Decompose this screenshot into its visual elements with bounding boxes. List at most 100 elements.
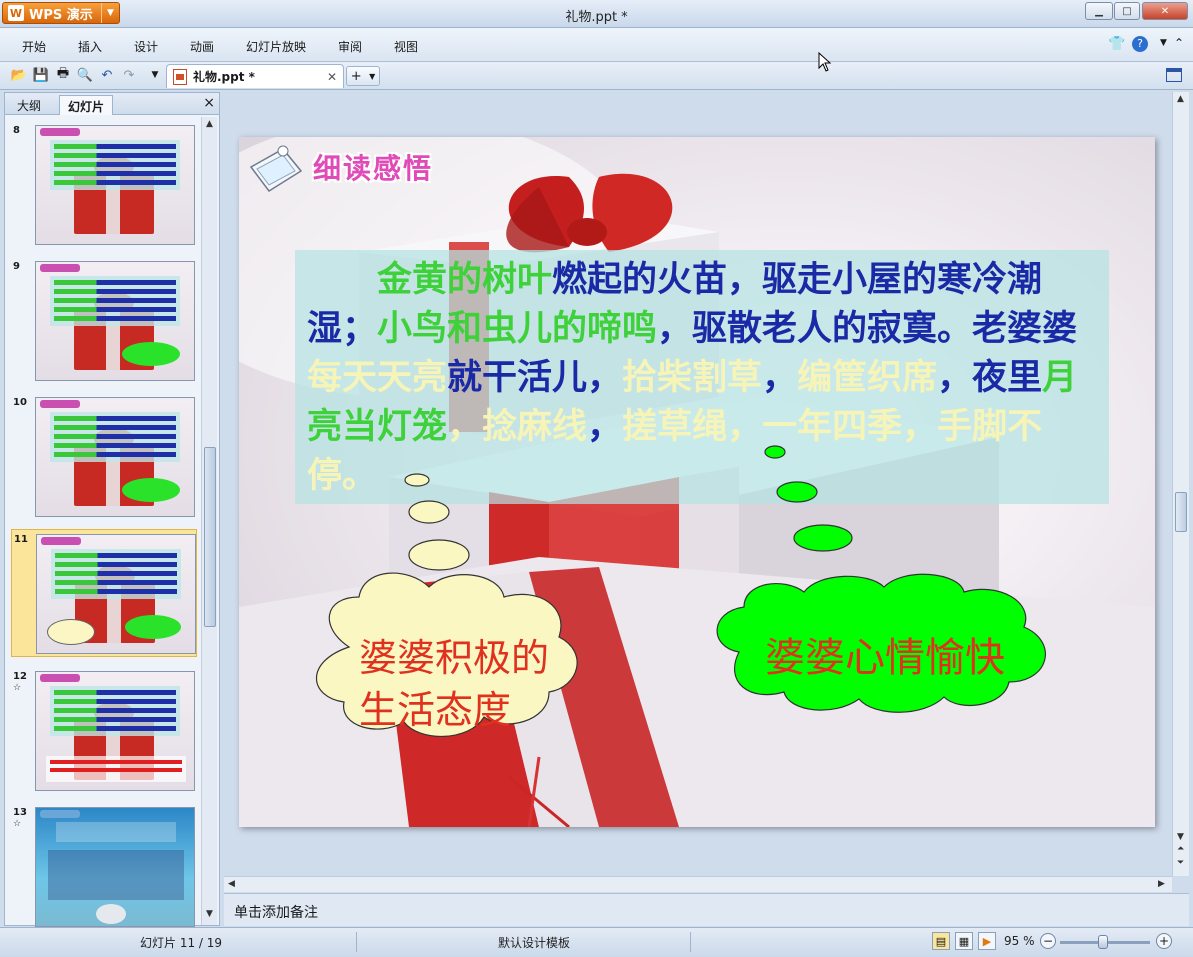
animation-star-icon: ☆ — [13, 683, 22, 693]
slide-preview — [35, 125, 195, 245]
cloud-left-text: 婆婆积极的 生活态度 — [359, 636, 550, 732]
scroll-thumb[interactable] — [1175, 492, 1187, 532]
text-span: 编筐织席 — [797, 358, 938, 398]
slide-preview — [35, 261, 195, 381]
open-folder-icon[interactable]: 📂 — [10, 66, 28, 84]
zoom-level: 95 % — [1004, 934, 1035, 948]
title-bar: W WPS 演示 ▼ 礼物.ppt * ▁ □ ✕ — [0, 0, 1193, 28]
scroll-up-icon[interactable]: ▲ — [1177, 94, 1184, 104]
text-span: ，夜里 — [937, 358, 1043, 398]
slides-panel: 大纲 幻灯片 × 8 9 10 11 12 ☆ 13 ☆ ▲ ▼ — [4, 92, 220, 927]
window-title: 礼物.ppt * — [565, 10, 628, 25]
text-span: ，驱散老人的寂寞。老婆婆 — [657, 309, 1078, 349]
slide-number: 11 — [14, 534, 28, 545]
slide-thumbnail-selected[interactable]: 11 — [11, 529, 197, 657]
slide-number: 10 — [13, 397, 27, 408]
vertical-scrollbar[interactable]: ▲ ▼ ⏶ ⏷ — [1172, 92, 1189, 876]
ppt-file-icon — [173, 68, 187, 85]
slide-number: 9 — [13, 261, 20, 272]
slide-header[interactable]: 细读感悟 — [313, 147, 433, 187]
slide-thumbnail[interactable]: 10 — [11, 393, 197, 521]
slide-canvas[interactable]: 细读感悟 金黄的树叶燃起的火苗，驱走小屋的寒冷潮湿；小鸟和虫儿的啼鸣，驱散老人的… — [239, 137, 1155, 827]
text-span: 每天天亮 — [307, 358, 448, 398]
template-name: 默认设计模板 — [498, 936, 571, 950]
normal-view-icon[interactable]: ▤ — [932, 932, 950, 950]
chevron-down-icon[interactable]: ▼ — [369, 72, 375, 81]
menu-animation[interactable]: 动画 — [190, 38, 214, 55]
undo-icon[interactable]: ↶ — [98, 66, 116, 84]
quick-access-toolbar: 📂 💾 🖶 🔍 ↶ ↷ ▼ 礼物.ppt * ✕ + ▼ — [0, 62, 1193, 90]
print-preview-icon[interactable]: 🔍 — [76, 66, 94, 84]
menu-insert[interactable]: 插入 — [78, 38, 102, 55]
menu-design[interactable]: 设计 — [134, 38, 158, 55]
slide-thumbnail[interactable]: 12 ☆ — [11, 667, 197, 795]
text-span: 就干活儿， — [447, 358, 623, 398]
skin-icon[interactable]: 👕 — [1108, 36, 1125, 52]
menu-view[interactable]: 视图 — [394, 38, 418, 55]
slide-counter: 幻灯片 11 / 19 — [140, 936, 223, 950]
notes-placeholder[interactable]: 单击添加备注 — [234, 902, 318, 922]
close-window-button[interactable]: ✕ — [1142, 2, 1188, 20]
slide-preview — [35, 671, 195, 791]
text-span: 金黄的树叶 — [377, 260, 553, 300]
scroll-down-icon[interactable]: ▼ — [1177, 832, 1184, 842]
divider — [356, 932, 357, 952]
menu-bar: 开始 插入 设计 动画 幻灯片放映 审阅 视图 👕 ? ▼ ⌃ — [0, 28, 1193, 62]
slideshow-icon[interactable]: ▶ — [978, 932, 996, 950]
ribbon-collapse-icon[interactable]: ⌃ — [1174, 36, 1184, 50]
maximize-button[interactable]: □ — [1114, 2, 1140, 20]
notes-pane[interactable]: 单击添加备注 — [224, 893, 1189, 926]
slide-preview — [36, 534, 196, 654]
horizontal-scrollbar[interactable]: ◀ ▶ — [224, 876, 1172, 892]
scroll-down-icon[interactable]: ▼ — [206, 909, 213, 919]
scroll-right-icon[interactable]: ▶ — [1158, 879, 1165, 889]
mouse-cursor-icon — [818, 52, 832, 72]
new-tab-button[interactable]: + ▼ — [346, 66, 380, 86]
menu-home[interactable]: 开始 — [22, 38, 46, 55]
zoom-slider-handle[interactable] — [1098, 935, 1108, 949]
menu-review[interactable]: 审阅 — [338, 38, 362, 55]
close-panel-icon[interactable]: × — [203, 95, 215, 111]
zoom-out-icon[interactable]: − — [1040, 933, 1056, 949]
help-icon[interactable]: ? — [1132, 36, 1148, 52]
scroll-left-icon[interactable]: ◀ — [228, 879, 235, 889]
next-slide-icon[interactable]: ⏷ — [1177, 858, 1184, 868]
slide-preview — [35, 807, 195, 927]
menu-slideshow[interactable]: 幻灯片放映 — [246, 38, 306, 55]
tab-slides[interactable]: 幻灯片 — [59, 95, 114, 115]
slide-sorter-icon[interactable]: ▦ — [955, 932, 973, 950]
document-tab[interactable]: 礼物.ppt * ✕ — [166, 64, 344, 88]
slide-preview — [35, 397, 195, 517]
tab-outline[interactable]: 大纲 — [9, 95, 49, 115]
close-tab-icon[interactable]: ✕ — [327, 70, 337, 84]
prev-slide-icon[interactable]: ⏶ — [1177, 844, 1184, 854]
scroll-thumb[interactable] — [204, 447, 216, 627]
divider — [690, 932, 691, 952]
cloud-right-text: 婆婆心情愉快 — [765, 635, 1005, 681]
slide-thumbnail[interactable]: 9 — [11, 257, 197, 385]
print-icon[interactable]: 🖶 — [54, 66, 72, 84]
text-span: 拾柴割草 — [622, 358, 763, 398]
status-bar: 幻灯片 11 / 19 默认设计模板 ▤ ▦ ▶ 95 % − + — [0, 927, 1193, 957]
customize-toolbar-icon[interactable]: ▼ — [146, 66, 164, 84]
document-tab-label: 礼物.ppt * — [193, 70, 255, 84]
zoom-in-icon[interactable]: + — [1156, 933, 1172, 949]
panel-tabs: 大纲 幻灯片 × — [5, 93, 219, 115]
slide-thumbnail[interactable]: 8 — [11, 121, 197, 249]
slide-number: 12 — [13, 671, 27, 682]
paper-scroll-icon — [249, 145, 303, 193]
thumbnail-scrollbar[interactable]: ▲ ▼ — [201, 117, 217, 925]
slide-thumbnail[interactable]: 13 ☆ — [11, 803, 197, 931]
text-span: ， — [762, 358, 798, 398]
minimize-button[interactable]: ▁ — [1085, 2, 1113, 20]
scroll-up-icon[interactable]: ▲ — [206, 119, 213, 129]
window-layout-icon[interactable] — [1166, 68, 1182, 82]
redo-icon[interactable]: ↷ — [120, 66, 138, 84]
slide-number: 8 — [13, 125, 20, 136]
save-icon[interactable]: 💾 — [32, 66, 50, 84]
animation-star-icon: ☆ — [13, 819, 22, 829]
chevron-down-icon[interactable]: ▼ — [1160, 38, 1167, 48]
text-span: 小鸟和虫儿的啼鸣 — [377, 309, 658, 349]
plus-icon: + — [350, 68, 362, 84]
slide-number: 13 — [13, 807, 27, 818]
